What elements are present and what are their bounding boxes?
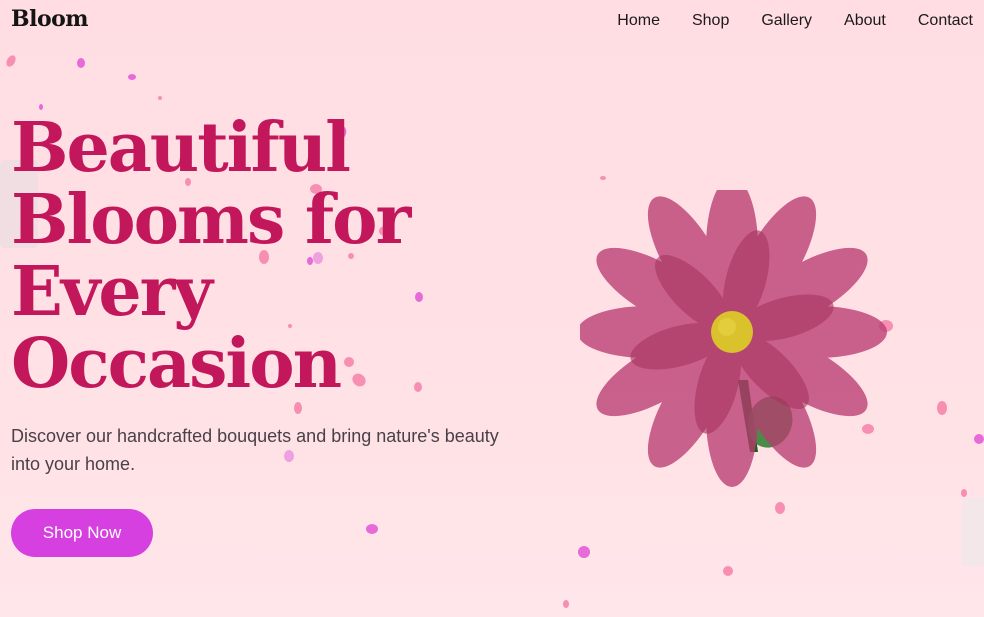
hero-title-line: Beautiful [11,108,351,188]
top-navigation: Bloom Home Shop Gallery About Contact [0,0,984,44]
flower-illustration [580,190,887,487]
hero-subtitle: Discover our handcrafted bouquets and br… [11,426,499,474]
nav-link-shop[interactable]: Shop [692,12,729,30]
hero-title-line: Blooms for [11,180,411,260]
nav-link-about[interactable]: About [844,12,886,30]
nav-link-gallery[interactable]: Gallery [761,12,812,30]
nav-link-home[interactable]: Home [617,12,660,30]
shop-now-button[interactable]: Shop Now [11,509,153,557]
hero-title-line: Occasion [11,324,342,404]
background-decoration-right [962,498,984,566]
nav-link-contact[interactable]: Contact [918,12,973,30]
hero-title-line: Every [11,252,213,332]
nav-links: Home Shop Gallery About Contact [617,12,973,30]
brand-logo[interactable]: Bloom [11,6,89,32]
hero-title: Beautiful Blooms for Every Occasion [11,112,571,400]
